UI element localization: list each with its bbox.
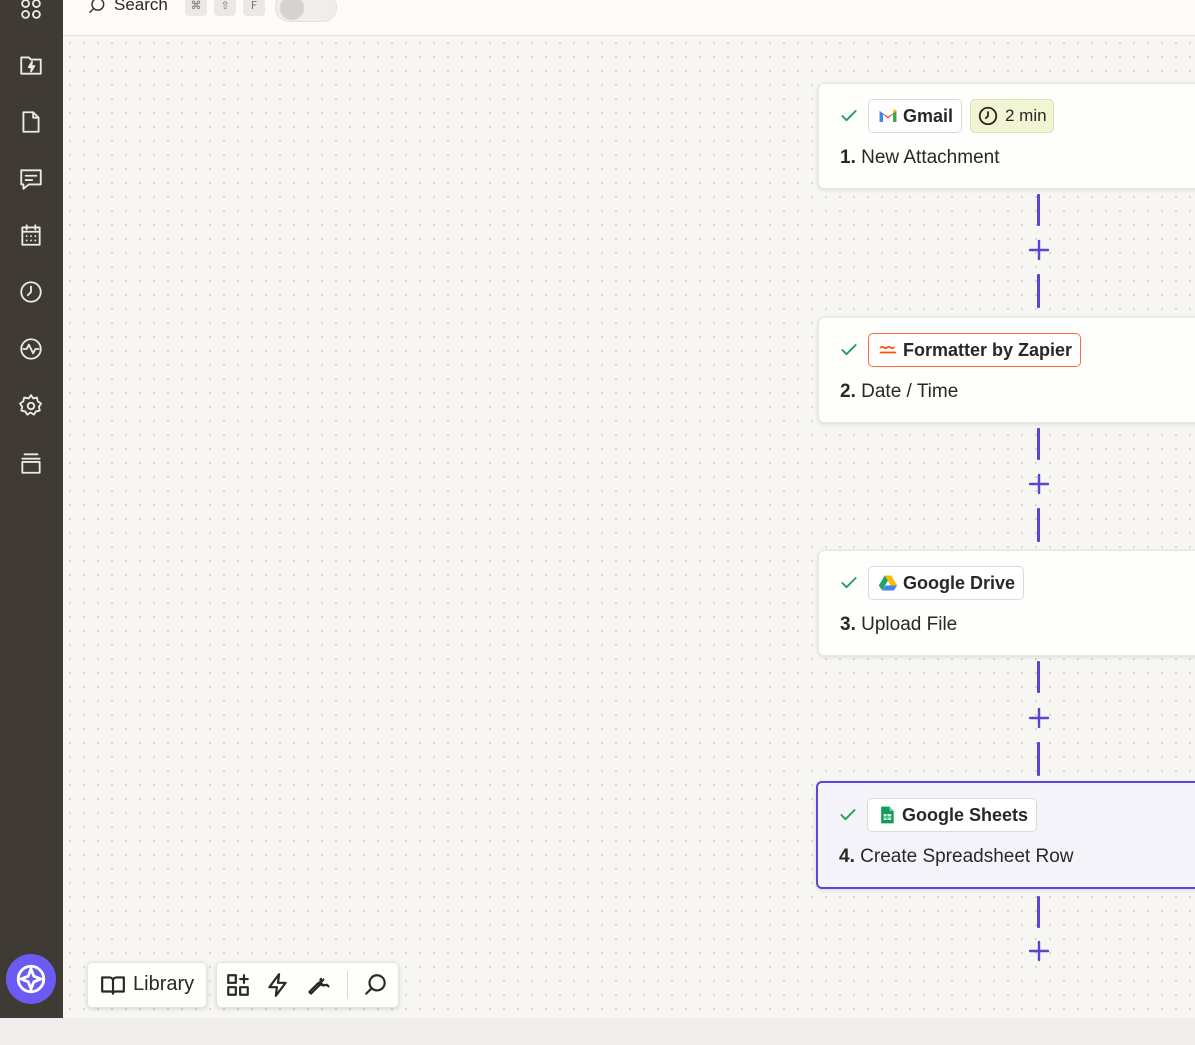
bottom-strip	[0, 1018, 1195, 1045]
file-icon[interactable]	[16, 107, 46, 137]
connector-line	[1037, 274, 1040, 308]
search-label[interactable]: Search	[114, 0, 168, 15]
connector-line	[1037, 742, 1040, 776]
toggle-switch[interactable]	[275, 0, 337, 22]
step-title: 4. Create Spreadsheet Row	[839, 846, 1073, 868]
google-drive-logo-icon	[878, 575, 898, 591]
wrench-button[interactable]	[304, 971, 332, 999]
library-button[interactable]: Library	[87, 962, 207, 1008]
top-bar: Search ⌘ ⇧ F	[63, 0, 1195, 36]
zap-icon	[268, 973, 287, 997]
polling-time-label: 2 min	[1005, 106, 1047, 125]
step-title: 1. New Attachment	[840, 147, 999, 169]
canvas-tools	[216, 962, 399, 1008]
step-action: Upload File	[861, 614, 958, 635]
plus-icon	[1028, 940, 1050, 962]
apps-icon[interactable]	[16, 0, 46, 24]
step-number: 4.	[839, 846, 855, 867]
search-icon	[365, 974, 386, 995]
success-check-icon	[838, 805, 858, 825]
app-chip-formatter[interactable]: Formatter by Zapier	[868, 333, 1082, 367]
step-card-3[interactable]: Google Drive 3. Upload File	[818, 550, 1195, 656]
plus-icon	[1028, 707, 1050, 729]
settings-icon[interactable]	[16, 391, 46, 421]
step-action: Date / Time	[861, 381, 959, 402]
connector-line	[1037, 896, 1040, 928]
success-check-icon	[839, 573, 859, 593]
left-sidebar	[0, 0, 63, 1018]
success-check-icon	[839, 340, 859, 360]
add-widget-icon	[227, 974, 249, 996]
app-chip-google-sheets[interactable]: Google Sheets	[867, 798, 1038, 832]
connector-line	[1037, 194, 1040, 226]
toolbar-divider	[347, 971, 348, 999]
shortcut-key-shift: ⇧	[214, 0, 236, 16]
add-widget-button[interactable]	[224, 971, 252, 999]
app-name: Gmail	[903, 105, 954, 126]
step-number: 3.	[840, 614, 856, 635]
polling-time-badge: 2 min	[970, 99, 1054, 133]
wrench-icon	[308, 977, 330, 995]
copilot-button[interactable]	[6, 954, 56, 1004]
search-icon[interactable]	[87, 0, 107, 16]
step-action: Create Spreadsheet Row	[860, 846, 1074, 867]
step-title: 3. Upload File	[840, 614, 957, 636]
gmail-logo-icon	[879, 109, 897, 122]
connector-line	[1037, 508, 1040, 542]
app-chip-gmail[interactable]: Gmail	[868, 99, 963, 133]
plus-icon	[1028, 239, 1050, 261]
app-name: Formatter by Zapier	[903, 339, 1073, 360]
step-number: 2.	[840, 381, 856, 402]
app-name: Google Sheets	[902, 804, 1029, 825]
zap-button[interactable]	[264, 971, 292, 999]
app-chip-google-drive[interactable]: Google Drive	[868, 566, 1025, 600]
step-card-2[interactable]: Formatter by Zapier 2. Date / Time	[818, 317, 1195, 423]
google-sheets-logo-icon	[881, 806, 894, 824]
archive-icon[interactable]	[16, 448, 46, 478]
step-number: 1.	[840, 147, 856, 168]
step-card-1[interactable]: Gmail 2 min 1. New Attachment	[818, 83, 1195, 189]
connector-line	[1037, 428, 1040, 460]
add-step-button[interactable]	[1027, 706, 1051, 730]
chat-icon[interactable]	[16, 164, 46, 194]
step-action: New Attachment	[861, 147, 1000, 168]
step-card-4[interactable]: Google Sheets 4. Create Spreadsheet Row	[816, 781, 1195, 889]
book-icon	[101, 976, 125, 995]
library-label: Library	[133, 973, 195, 995]
add-step-button[interactable]	[1027, 939, 1051, 963]
success-check-icon	[839, 106, 859, 126]
copilot-icon	[16, 964, 46, 994]
shortcut-key-cmd: ⌘	[185, 0, 207, 16]
plus-icon	[1028, 473, 1050, 495]
add-step-button[interactable]	[1027, 238, 1051, 262]
shortcut-key-f: F	[243, 0, 265, 16]
connector-line	[1037, 661, 1040, 693]
step-title: 2. Date / Time	[840, 381, 958, 403]
canvas-search-button[interactable]	[362, 971, 390, 999]
calendar-icon[interactable]	[16, 220, 46, 250]
clock-icon	[978, 106, 998, 126]
add-step-button[interactable]	[1027, 472, 1051, 496]
app-name: Google Drive	[903, 572, 1016, 593]
formatter-logo-icon	[879, 345, 897, 354]
toggle-knob	[280, 0, 304, 20]
history-icon[interactable]	[16, 277, 46, 307]
activity-icon[interactable]	[16, 334, 46, 364]
zap-folder-icon[interactable]	[16, 50, 46, 80]
